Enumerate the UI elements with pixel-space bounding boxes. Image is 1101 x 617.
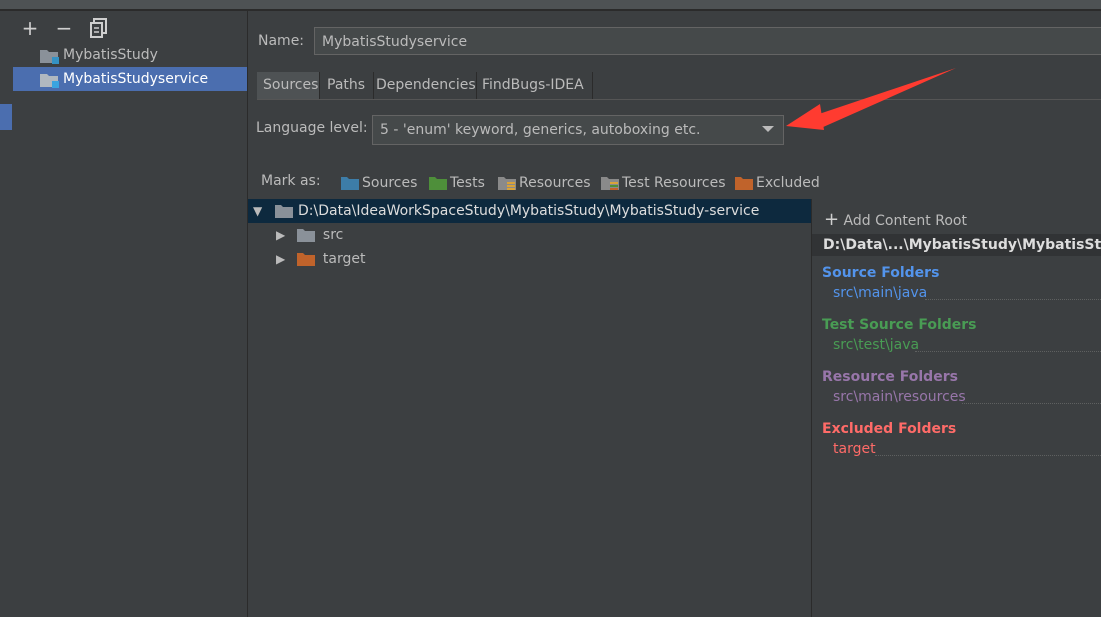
red-arrow-annotation xyxy=(786,68,956,130)
name-label: Name: xyxy=(258,33,305,49)
excluded-folder-path[interactable]: target xyxy=(833,441,876,457)
language-level-select[interactable]: 5 - 'enum' keyword, generics, autoboxing… xyxy=(372,115,784,145)
resources-folder-icon xyxy=(498,177,516,190)
test-source-folder-path[interactable]: src\test\java xyxy=(833,337,919,353)
minus-icon[interactable]: − xyxy=(52,16,76,40)
mark-as-label: Mark as: xyxy=(261,173,321,189)
tab-sources[interactable]: Sources xyxy=(257,72,320,99)
tree-item-src[interactable]: ▶ src xyxy=(276,223,343,247)
collapsed-triangle-icon[interactable]: ▶ xyxy=(276,223,290,247)
mark-excluded-button[interactable]: Excluded xyxy=(735,174,820,194)
chevron-down-icon[interactable] xyxy=(762,126,774,132)
module-sidebar: + − MybatisStudy MybatisStudyservice xyxy=(13,11,248,617)
sidebar-item-mybatisstudy[interactable]: MybatisStudy xyxy=(13,43,247,67)
language-level-label: Language level: xyxy=(256,120,368,136)
excluded-folder-icon xyxy=(297,253,316,266)
tree-root-label: D:\Data\IdeaWorkSpaceStudy\MybatisStudy\… xyxy=(298,203,760,219)
resource-folders-title: Resource Folders xyxy=(822,369,958,385)
name-input[interactable]: MybatisStudyservice xyxy=(314,27,1101,55)
content-root-panel xyxy=(812,199,1101,617)
sidebar-item-mybatisstudyservice[interactable]: MybatisStudyservice xyxy=(13,67,247,91)
mark-sources-button[interactable]: Sources xyxy=(341,174,417,194)
tree-item-target[interactable]: ▶ target xyxy=(276,247,365,271)
tree-root-row[interactable]: ▼ D:\Data\IdeaWorkSpaceStudy\MybatisStud… xyxy=(248,199,811,223)
left-gutter xyxy=(0,11,14,617)
folder-icon xyxy=(429,177,447,190)
tab-findbugs-idea[interactable]: FindBugs-IDEA xyxy=(476,72,593,99)
folder-icon xyxy=(341,177,359,190)
folder-icon xyxy=(275,205,293,218)
folder-icon xyxy=(297,229,316,242)
tab-dependencies[interactable]: Dependencies xyxy=(370,72,477,99)
excluded-folders-title: Excluded Folders xyxy=(822,421,957,437)
tab-divider xyxy=(257,99,1101,100)
folder-icon xyxy=(735,177,753,190)
gutter-selection-marker xyxy=(0,104,12,130)
test-source-folders-title: Test Source Folders xyxy=(822,317,977,333)
module-folder-icon xyxy=(40,74,59,88)
expanded-triangle-icon[interactable]: ▼ xyxy=(253,199,267,223)
source-folders-title: Source Folders xyxy=(822,265,940,281)
add-content-root-button[interactable]: + Add Content Root xyxy=(824,209,967,230)
collapsed-triangle-icon[interactable]: ▶ xyxy=(276,247,290,271)
resource-folder-path[interactable]: src\main\resources xyxy=(833,389,966,405)
plus-icon: + xyxy=(824,209,840,230)
module-folder-icon xyxy=(40,50,59,64)
copy-icon[interactable] xyxy=(90,18,108,42)
test-resources-folder-icon xyxy=(601,177,619,190)
sidebar-item-label: MybatisStudy xyxy=(63,47,158,63)
mark-resources-button[interactable]: Resources xyxy=(498,174,591,194)
content-tree: ▼ D:\Data\IdeaWorkSpaceStudy\MybatisStud… xyxy=(248,199,811,617)
source-folder-path[interactable]: src\main\java xyxy=(833,285,927,301)
content-root-path: D:\Data\...\MybatisStudy\MybatisStudy-se… xyxy=(812,234,1101,256)
plus-icon[interactable]: + xyxy=(18,16,42,40)
mark-test-resources-button[interactable]: Test Resources xyxy=(601,174,726,194)
window-top-strip xyxy=(0,0,1101,11)
sidebar-item-label: MybatisStudyservice xyxy=(63,71,209,87)
mark-tests-button[interactable]: Tests xyxy=(429,174,485,194)
tab-paths[interactable]: Paths xyxy=(321,72,374,99)
